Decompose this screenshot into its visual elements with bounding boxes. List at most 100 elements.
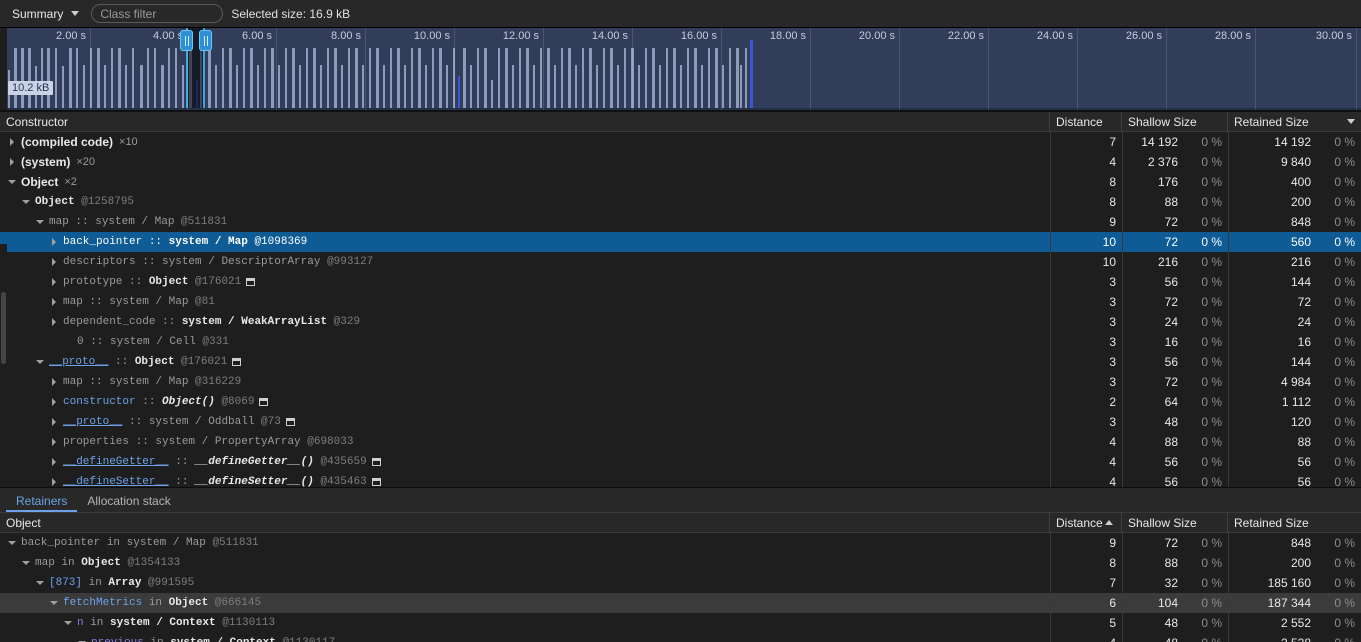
table-row[interactable]: map :: system / Map @511831 9 72 0 % 848 0 % — [0, 212, 1361, 232]
table-row[interactable]: descriptors :: system / DescriptorArray … — [0, 252, 1361, 272]
row-text-token: system / WeakArrayList — [181, 316, 328, 328]
disclosure-triangle-closed-icon[interactable] — [50, 257, 60, 267]
column-header-distance[interactable]: Distance — [1050, 512, 1122, 533]
allocation-bar — [320, 65, 322, 110]
heap-timeline-overview[interactable]: 2.00 s 4.00 s 6.00 s 8.00 s 10.00 s 12.00 s 14… — [0, 28, 1361, 112]
timeline-tick-label: 26.00 s — [1125, 30, 1162, 42]
row-text-token: @1098369 — [254, 236, 308, 248]
timeline-tick-label: 28.00 s — [1214, 30, 1251, 42]
allocation-bar — [62, 66, 64, 110]
row-object-cell: map :: system / Map @316229 — [0, 372, 1050, 392]
table-row[interactable]: fetchMetrics in Object @666145 6 104 0 % 187… — [0, 593, 1361, 613]
disclosure-triangle-closed-icon[interactable] — [50, 277, 60, 287]
table-row[interactable]: __defineSetter__ :: __defineSetter__() @… — [0, 472, 1361, 487]
cell-value: 400 — [1290, 175, 1311, 189]
retainers-grid-header: Object Distance Shallow Size Retained Si… — [0, 512, 1361, 533]
disclosure-triangle-open-icon[interactable] — [36, 357, 46, 367]
row-text-token: @329 — [333, 316, 361, 328]
disclosure-triangle-open-icon[interactable] — [8, 538, 18, 548]
disclosure-triangle-closed-icon[interactable] — [8, 157, 18, 167]
disclosure-triangle-closed-icon[interactable] — [50, 477, 60, 487]
cell-percent: 0 % — [1201, 556, 1222, 570]
row-text-token: :: — [168, 456, 196, 468]
allocation-bar — [519, 48, 521, 110]
table-row[interactable]: dependent_code :: system / WeakArrayList… — [0, 312, 1361, 332]
disclosure-triangle-closed-icon[interactable] — [50, 437, 60, 447]
row-text-token: @176021 — [195, 276, 242, 288]
table-row[interactable]: (system) ×20 4 2 376 0 % 9 840 0 % — [0, 152, 1361, 172]
disclosure-triangle-open-icon[interactable] — [36, 217, 46, 227]
constructors-vertical-scrollbar[interactable] — [0, 244, 7, 487]
table-row[interactable]: [873] in Array @991595 7 32 0 % 185 160 0 % — [0, 573, 1361, 593]
table-row[interactable]: 0 :: system / Cell @331 3 16 0 % 16 0 % — [0, 332, 1361, 352]
row-text-token — [314, 456, 321, 468]
cell-retained-size: 400 0 % — [1228, 172, 1361, 192]
allocation-bar — [463, 48, 466, 110]
allocation-bar — [383, 65, 385, 110]
cell-percent: 0 % — [1334, 155, 1355, 169]
disclosure-triangle-open-icon[interactable] — [22, 558, 32, 568]
table-row[interactable]: __defineGetter__ :: __defineGetter__() @… — [0, 452, 1361, 472]
row-text-token — [208, 597, 215, 609]
column-header-shallow-size[interactable]: Shallow Size — [1122, 512, 1228, 533]
disclosure-triangle-open-icon[interactable] — [78, 638, 88, 642]
table-row[interactable]: Object @1258795 8 88 0 % 200 0 % — [0, 192, 1361, 212]
table-row[interactable]: prototype :: Object @176021 3 56 0 % 144 0 % — [0, 272, 1361, 292]
table-row[interactable]: back_pointer :: system / Map @1098369 10 7… — [0, 232, 1361, 252]
cell-percent: 0 % — [1201, 175, 1222, 189]
column-header-retained-size[interactable]: Retained Size — [1228, 513, 1361, 533]
table-row[interactable]: map in Object @1354133 8 88 0 % 200 0 % — [0, 553, 1361, 573]
column-header-distance[interactable]: Distance — [1050, 112, 1122, 132]
table-row[interactable]: back_pointer in system / Map @511831 9 72 0… — [0, 533, 1361, 553]
disclosure-triangle-closed-icon[interactable] — [8, 137, 18, 147]
disclosure-triangle-open-icon[interactable] — [22, 197, 32, 207]
disclosure-triangle-closed-icon[interactable] — [50, 297, 60, 307]
tab-allocation-stack[interactable]: Allocation stack — [77, 489, 180, 512]
disclosure-triangle-closed-icon[interactable] — [50, 377, 60, 387]
cell-value: 1 112 — [1281, 395, 1311, 409]
class-filter-input[interactable] — [91, 4, 224, 23]
disclosure-triangle-closed-icon[interactable] — [50, 397, 60, 407]
allocation-bar — [161, 65, 164, 110]
table-row[interactable]: map :: system / Map @316229 3 72 0 % 4 984 0 … — [0, 372, 1361, 392]
tab-retainers[interactable]: Retainers — [6, 489, 77, 512]
table-row[interactable]: (compiled code) ×10 7 14 192 0 % 14 192 0 % — [0, 132, 1361, 152]
cell-value: 8 — [1109, 175, 1116, 189]
row-text-token: back_pointer — [63, 236, 143, 248]
cell-retained-size: 120 0 % — [1228, 412, 1361, 432]
row-text-token — [248, 236, 255, 248]
disclosure-triangle-open-icon[interactable] — [50, 598, 60, 608]
table-row[interactable]: properties :: system / PropertyArray @69… — [0, 432, 1361, 452]
cell-percent: 0 % — [1188, 633, 1222, 642]
column-header-shallow-size[interactable]: Shallow Size — [1122, 112, 1228, 132]
cell-value: 32 — [1164, 576, 1178, 590]
table-row[interactable]: __proto__ :: system / Oddball @73 3 48 0 % 1… — [0, 412, 1361, 432]
column-header-object[interactable]: Object — [0, 512, 1050, 533]
column-header-constructor[interactable]: Constructor — [0, 112, 1050, 132]
view-mode-dropdown[interactable]: Summary — [6, 4, 83, 24]
table-row[interactable]: __proto__ :: Object @176021 3 56 0 % 144 0 % — [0, 352, 1361, 372]
disclosure-triangle-open-icon[interactable] — [36, 578, 46, 588]
column-header-retained-size[interactable]: Retained Size — [1228, 112, 1361, 132]
scrollbar-thumb[interactable] — [1, 292, 6, 364]
table-row[interactable]: constructor :: Object() @8069 2 64 0 % 1 112… — [0, 392, 1361, 412]
table-row[interactable]: Object ×2 8 176 0 % 400 0 % — [0, 172, 1361, 192]
cell-value: 4 — [1109, 455, 1116, 469]
disclosure-triangle-open-icon[interactable] — [8, 177, 18, 187]
disclosure-triangle-closed-icon[interactable] — [50, 417, 60, 427]
selection-handle-left-icon[interactable] — [180, 30, 193, 51]
allocation-bar — [498, 48, 500, 110]
disclosure-triangle-open-icon[interactable] — [64, 618, 74, 628]
selection-handle-right-icon[interactable] — [199, 30, 212, 51]
cell-value: 56 — [1164, 355, 1178, 369]
row-text-token: @666145 — [214, 597, 262, 609]
allocation-bar — [47, 48, 50, 110]
cell-distance: 3 — [1050, 292, 1122, 312]
table-row[interactable]: n in system / Context @1130113 5 48 0 % 2 55… — [0, 613, 1361, 633]
disclosure-triangle-closed-icon[interactable] — [50, 317, 60, 327]
disclosure-triangle-closed-icon[interactable] — [50, 457, 60, 467]
table-row[interactable]: previous in system / Context @1130117 4 48… — [0, 633, 1361, 642]
table-row[interactable]: map :: system / Map @81 3 72 0 % 72 0 % — [0, 292, 1361, 312]
disclosure-triangle-closed-icon[interactable] — [50, 237, 60, 247]
cell-value: 56 — [1297, 455, 1311, 469]
